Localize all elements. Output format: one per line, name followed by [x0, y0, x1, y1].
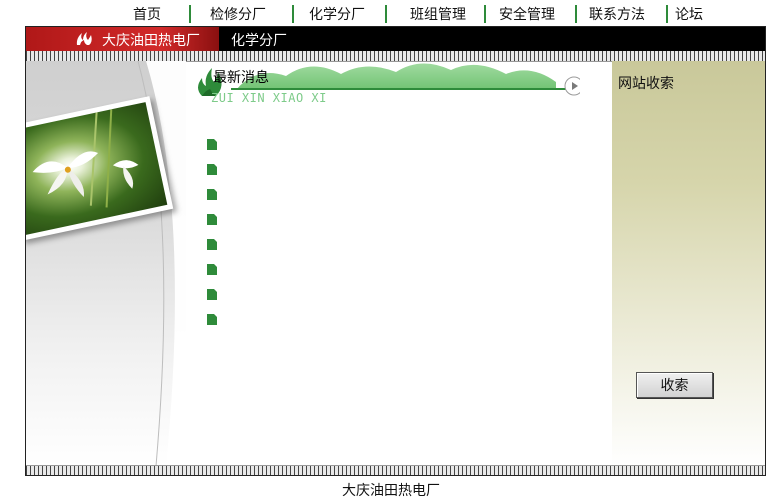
- nav-item-contact[interactable]: 联系方法: [589, 6, 645, 24]
- news-bullet-icon: [207, 164, 217, 175]
- nav-item-home[interactable]: 首页: [133, 6, 161, 24]
- nav-separator: [666, 5, 668, 23]
- company-logo-icon: [76, 32, 92, 45]
- nav-separator: [189, 5, 191, 23]
- section-name: 化学分厂: [231, 33, 287, 49]
- search-button[interactable]: 收索: [636, 372, 713, 398]
- news-title: 最新消息: [213, 70, 269, 86]
- left-decor-column: [26, 61, 186, 466]
- nav-item-safety[interactable]: 安全管理: [499, 6, 555, 24]
- news-bullet-icon: [207, 289, 217, 300]
- news-bullet-icon: [207, 214, 217, 225]
- nav-item-forum[interactable]: 论坛: [675, 6, 703, 24]
- news-bullet-icon: [207, 139, 217, 150]
- nav-separator: [292, 5, 294, 23]
- company-name: 大庆油田热电厂: [102, 33, 200, 49]
- news-bullet-icon: [207, 189, 217, 200]
- top-navigation: 首页 检修分厂 化学分厂 班组管理 安全管理 联系方法 论坛: [0, 0, 782, 26]
- nav-item-team-management[interactable]: 班组管理: [410, 6, 466, 24]
- title-bar: 大庆油田热电厂 化学分厂: [26, 27, 765, 51]
- footer-text: 大庆油田热电厂: [342, 483, 440, 499]
- search-sidebar: 网站收索: [612, 61, 765, 466]
- news-bullet-icon: [207, 239, 217, 250]
- nav-item-maintenance[interactable]: 检修分厂: [210, 6, 266, 24]
- news-subtitle: ZUI XIN XIAO XI: [211, 91, 327, 105]
- news-bullet-icon: [207, 264, 217, 275]
- news-bullet-icon: [207, 314, 217, 325]
- nav-separator: [484, 5, 486, 23]
- search-heading: 网站收索: [618, 76, 674, 92]
- nav-separator: [575, 5, 577, 23]
- nav-item-chemistry[interactable]: 化学分厂: [309, 6, 365, 24]
- nav-separator: [385, 5, 387, 23]
- ruler-bottom: [26, 465, 765, 475]
